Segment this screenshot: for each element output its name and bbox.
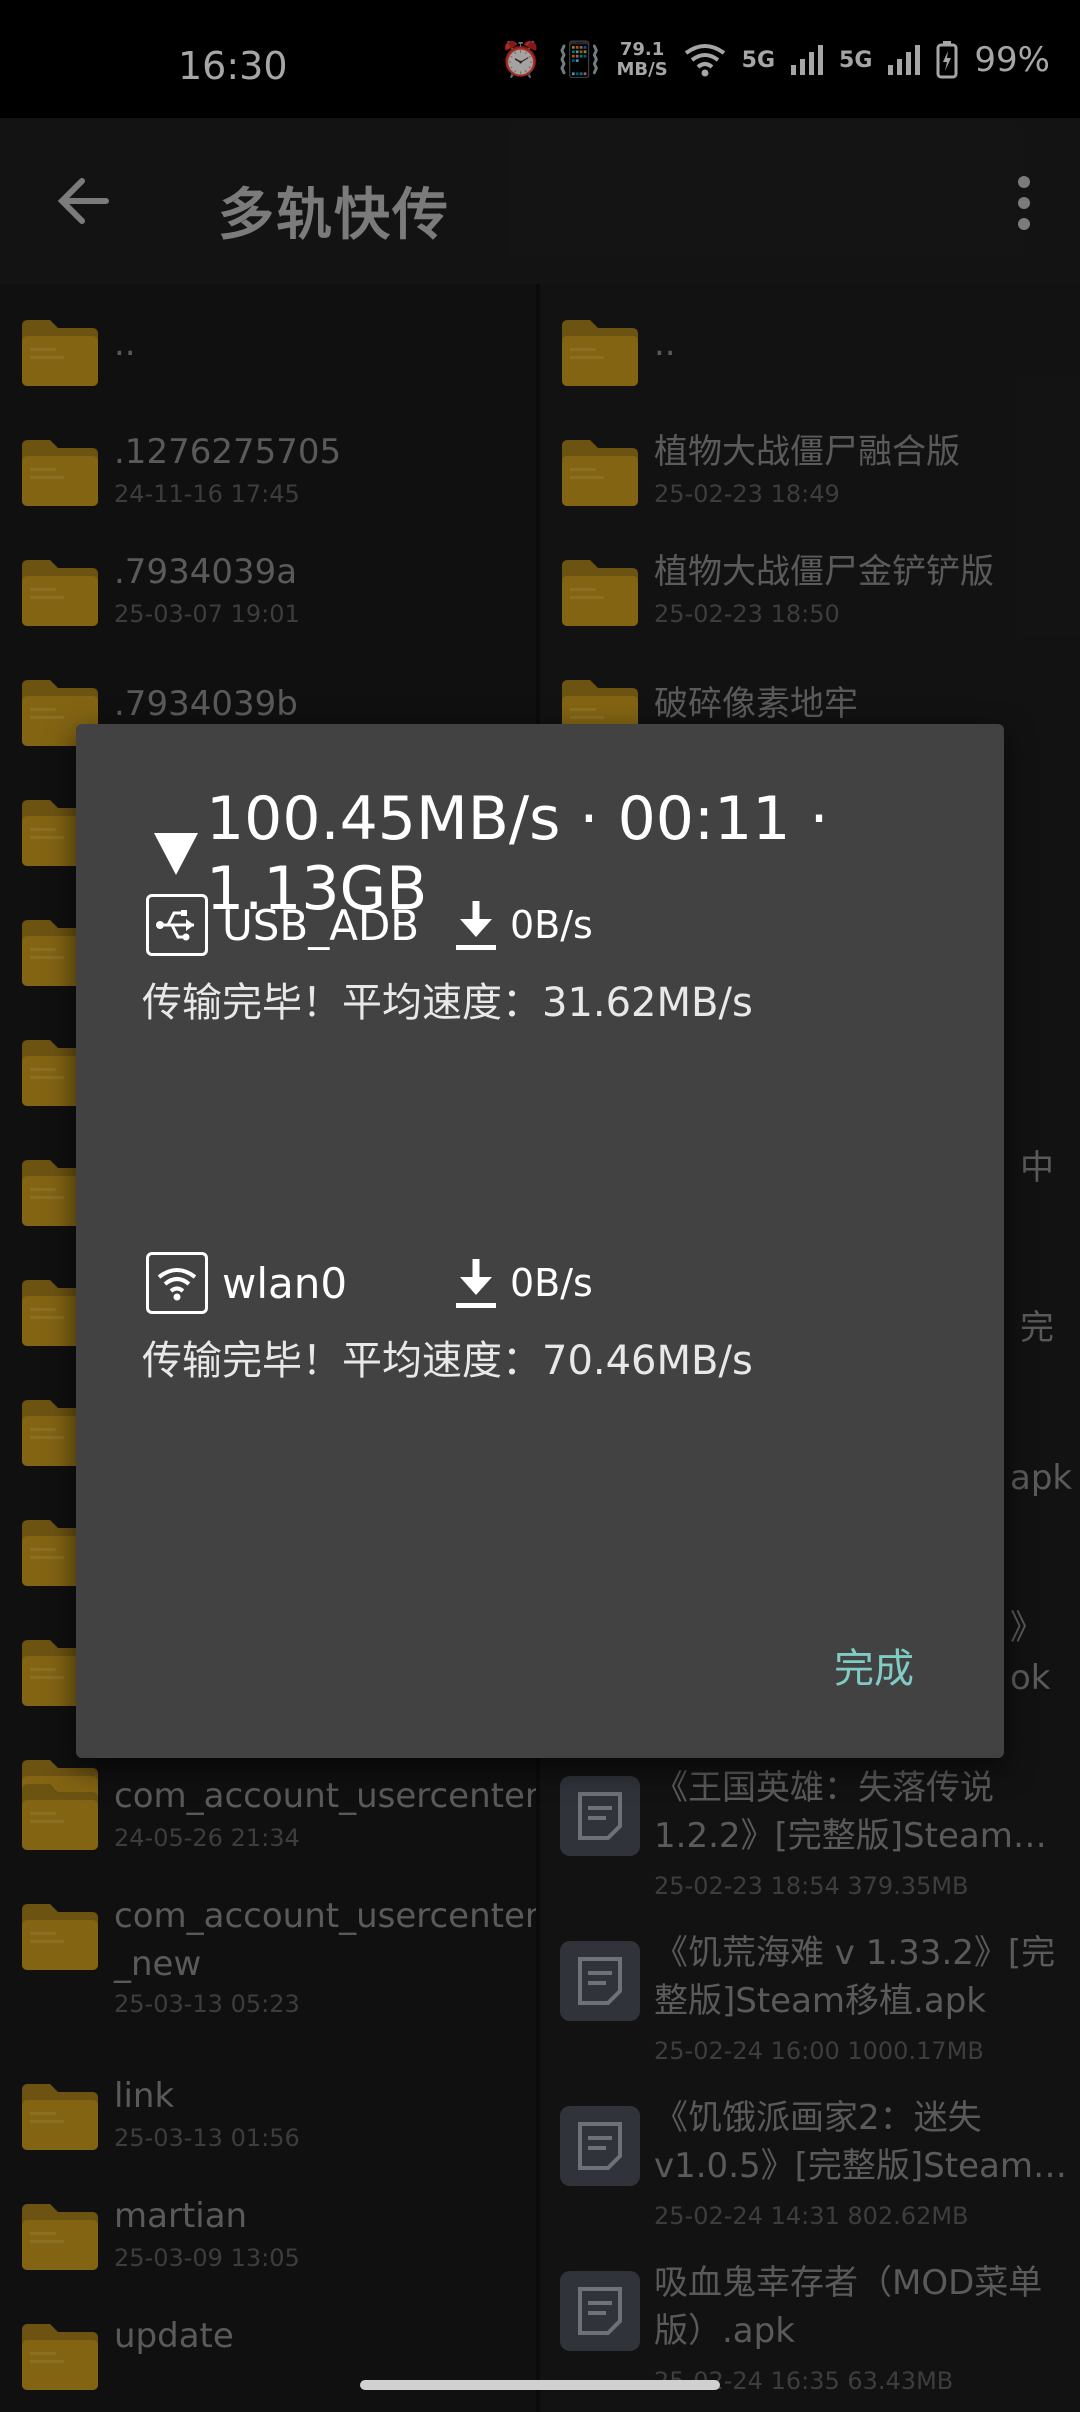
channel-wlan: wlan0 0B/s (146, 1252, 593, 1314)
wifi-icon (146, 1252, 208, 1314)
channel-status: 传输完毕！平均速度：70.46MB/s (142, 1338, 753, 1384)
down-triangle-icon (154, 833, 198, 875)
home-indicator[interactable] (360, 2380, 720, 2390)
channel-name: USB_ADB (222, 900, 420, 950)
download-icon (456, 901, 496, 950)
channel-usb: USB_ADB 0B/s (146, 894, 593, 956)
channel-speed: 0B/s (510, 903, 593, 947)
download-icon (456, 1259, 496, 1308)
transfer-dialog: 100.45MB/s · 00:11 · 1.13GB USB_ADB 0B/s… (76, 724, 1004, 1758)
channel-speed: 0B/s (510, 1261, 593, 1305)
channel-name: wlan0 (222, 1258, 348, 1308)
usb-icon (146, 894, 208, 956)
done-button[interactable]: 完成 (834, 1636, 914, 1694)
channel-status: 传输完毕！平均速度：31.62MB/s (142, 980, 753, 1026)
